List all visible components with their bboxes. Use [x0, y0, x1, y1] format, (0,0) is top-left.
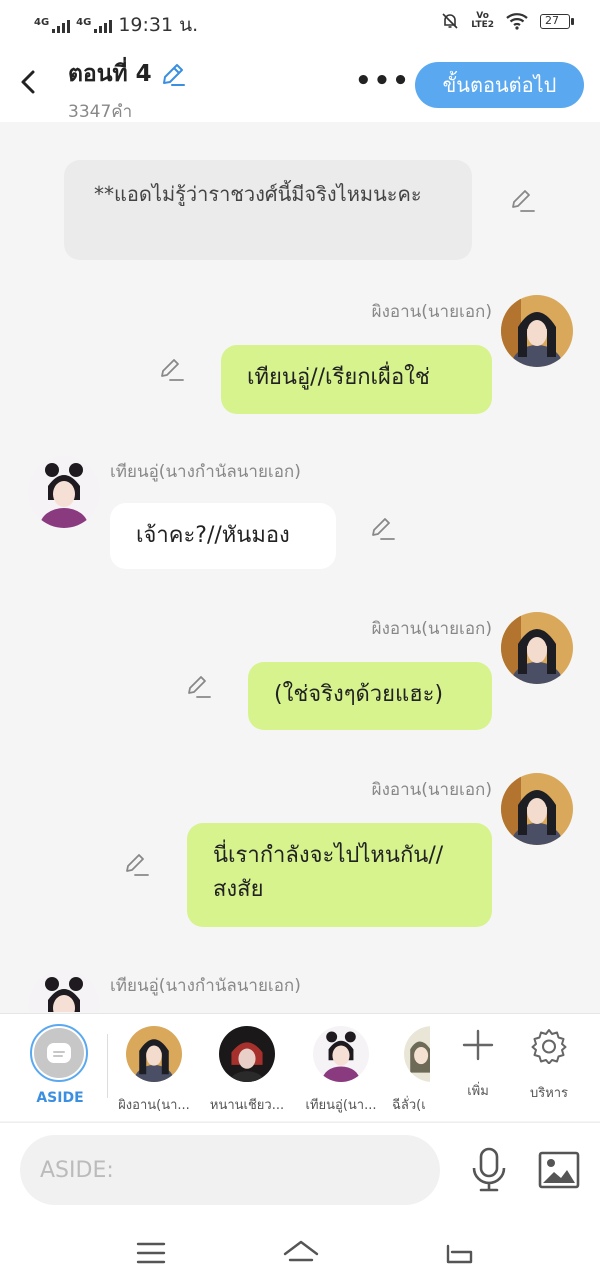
add-character-button[interactable]: เพิ่ม	[446, 1028, 510, 1101]
character-toolbar: ASIDE ผิงอาน(นา... หนานเชียว... เทียนอู่…	[0, 1013, 600, 1121]
home-icon[interactable]	[282, 1238, 320, 1268]
microphone-icon[interactable]	[470, 1147, 508, 1193]
sender-name: เทียนอู่(นางกำนัลนายเอก)	[110, 462, 301, 482]
wifi-icon	[506, 13, 528, 30]
signal-icon: 4G	[34, 17, 71, 33]
back-nav-icon[interactable]	[441, 1238, 475, 1268]
message-input[interactable]	[20, 1135, 440, 1205]
avatar	[219, 1026, 275, 1082]
avatar-ping-an[interactable]	[501, 612, 573, 684]
edit-message-icon[interactable]	[184, 672, 212, 700]
clock: 19:31 น.	[118, 14, 199, 36]
plus-icon	[462, 1029, 494, 1061]
avatar	[126, 1026, 182, 1082]
character-qi-luo[interactable]: ฉีลั่ว(เ	[392, 1026, 430, 1115]
sender-name: ผิงอาน(นายเอก)	[371, 780, 492, 800]
aside-message[interactable]: **แอดไม่รู้ว่าราชวงศ์นี้มีจริงไหมนะคะ	[64, 160, 472, 260]
back-icon[interactable]	[14, 64, 44, 100]
character-nan-xiao[interactable]: หนานเชียว...	[204, 1026, 290, 1115]
avatar	[404, 1026, 430, 1082]
mute-bell-icon	[442, 13, 458, 29]
message-bubble[interactable]: (ใช่จริงๆด้วยแฮะ)	[248, 662, 492, 730]
menu-icon[interactable]	[134, 1238, 168, 1268]
signal-icon-2: 4G	[76, 17, 113, 33]
status-bar: 4G 4G 19:31 น. Vo LTE2 27	[0, 0, 600, 44]
edit-message-icon[interactable]	[368, 514, 396, 542]
edit-message-icon[interactable]	[508, 186, 536, 214]
chat-bubble-icon	[47, 1043, 71, 1063]
volte-icon: Vo LTE2	[471, 11, 494, 30]
battery-icon: 27	[540, 13, 574, 29]
more-options-button[interactable]: •••	[355, 66, 411, 96]
sender-name: เทียนอู่(นางกำนัลนายเอก)	[110, 976, 301, 996]
gear-icon	[531, 1029, 567, 1065]
image-icon[interactable]	[538, 1151, 580, 1189]
header: ตอนที่ 4 3347คำ ••• ขั้นตอนต่อไป	[0, 44, 600, 122]
next-step-button[interactable]: ขั้นตอนต่อไป	[415, 62, 584, 108]
character-tian-wu[interactable]: เทียนอู่(นา...	[298, 1026, 384, 1115]
avatar-ping-an[interactable]	[501, 773, 573, 845]
sender-name: ผิงอาน(นายเอก)	[371, 619, 492, 639]
character-ping-an[interactable]: ผิงอาน(นา...	[111, 1026, 197, 1115]
edit-title-icon[interactable]	[160, 61, 186, 87]
message-bubble[interactable]: เทียนอู่//เรียกเผื่อใช่	[221, 345, 492, 414]
avatar-tian-wu[interactable]	[28, 456, 100, 528]
sender-name: ผิงอาน(นายเอก)	[371, 302, 492, 322]
message-bubble[interactable]: เจ้าคะ?//หันมอง	[110, 503, 336, 569]
chat-area[interactable]: **แอดไม่รู้ว่าราชวงศ์นี้มีจริงไหมนะคะ ผิ…	[0, 122, 600, 1012]
chapter-title: ตอนที่ 4	[68, 61, 152, 87]
avatar	[313, 1026, 369, 1082]
navigation-bar	[0, 1218, 600, 1287]
input-bar	[0, 1122, 600, 1218]
message-bubble[interactable]: นี่เรากำลังจะไปไหนกัน//สงสัย	[187, 823, 492, 927]
edit-message-icon[interactable]	[157, 355, 185, 383]
aside-tab[interactable]: ASIDE	[30, 1024, 90, 1106]
manage-button[interactable]: บริหาร	[517, 1028, 581, 1103]
edit-message-icon[interactable]	[122, 850, 150, 878]
divider	[107, 1034, 108, 1098]
avatar-ping-an[interactable]	[501, 295, 573, 367]
word-count: 3347คำ	[68, 102, 133, 122]
avatar-tian-wu[interactable]	[28, 970, 100, 1012]
